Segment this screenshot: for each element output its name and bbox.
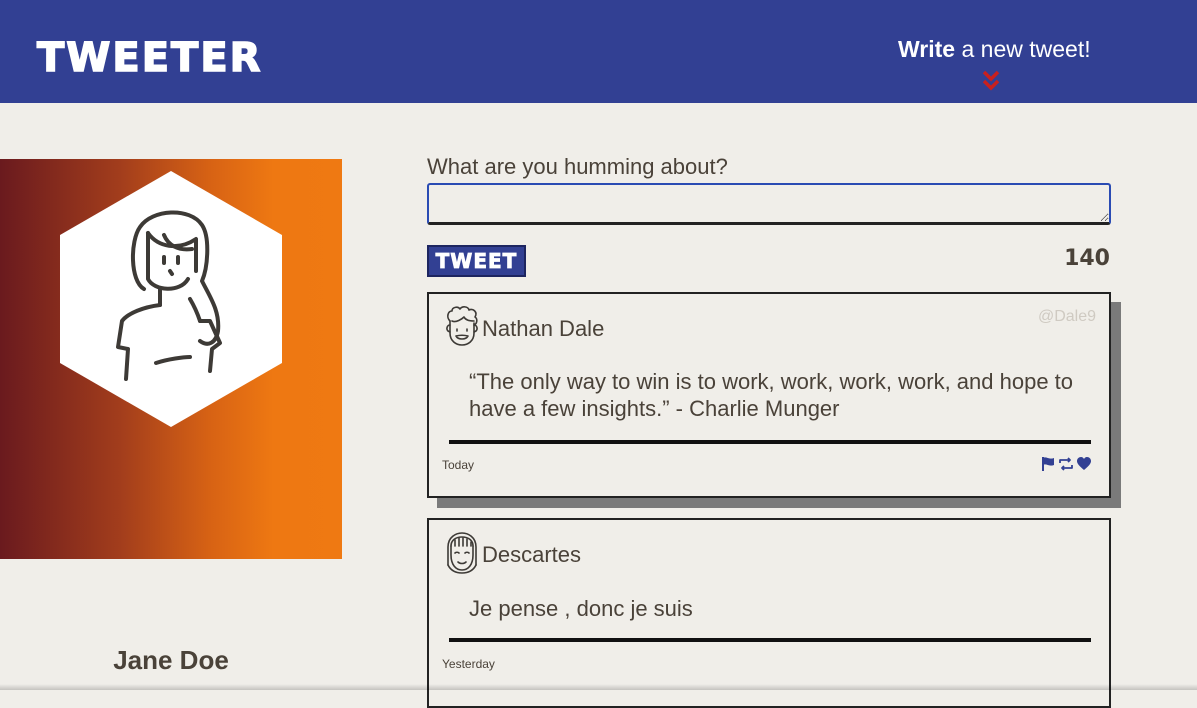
tweet-content: “The only way to win is to work, work, w… [469, 369, 1074, 421]
tweet-card: Descartes Je pense , donc je suis Yester… [427, 518, 1111, 708]
flag-icon[interactable] [1040, 456, 1056, 472]
tweet-handle: @Dale9 [1037, 308, 1096, 325]
profile-card: Jane Doe [0, 159, 342, 675]
tweet-divider [449, 638, 1091, 642]
heart-icon[interactable] [1076, 456, 1092, 472]
tweet-button[interactable]: TWEET [427, 245, 526, 277]
tweet-author: Descartes [482, 542, 582, 567]
tweet-author: Nathan Dale [482, 316, 605, 341]
tweet-date: Today [442, 458, 475, 472]
tweet-content: Je pense , donc je suis [469, 596, 693, 621]
bottom-edge-shadow [0, 684, 1197, 690]
retweet-icon[interactable] [1058, 456, 1074, 472]
tweet-divider [449, 440, 1091, 444]
tweet-date: Yesterday [442, 657, 495, 671]
double-chevron-down-icon[interactable] [981, 69, 1001, 93]
tweet-input[interactable] [427, 183, 1111, 225]
bangs-avatar-icon [447, 532, 477, 574]
woman-avatar-icon [60, 171, 282, 427]
top-nav: TWEETER Write a new tweet! [0, 0, 1197, 103]
curly-hair-man-avatar-icon [446, 306, 478, 346]
write-bold-label: Write [898, 36, 956, 62]
write-new-tweet-link[interactable]: Write a new tweet! [898, 35, 1091, 63]
character-counter: 140 [1064, 246, 1110, 271]
tweet-actions [1040, 456, 1092, 472]
compose-prompt: What are you humming about? [427, 154, 728, 179]
write-rest-label: a new tweet! [955, 36, 1091, 62]
brand-logo[interactable]: TWEETER [36, 35, 262, 81]
tweet-card: Nathan Dale @Dale9 “The only way to win … [427, 292, 1111, 498]
profile-name: Jane Doe [113, 645, 229, 675]
